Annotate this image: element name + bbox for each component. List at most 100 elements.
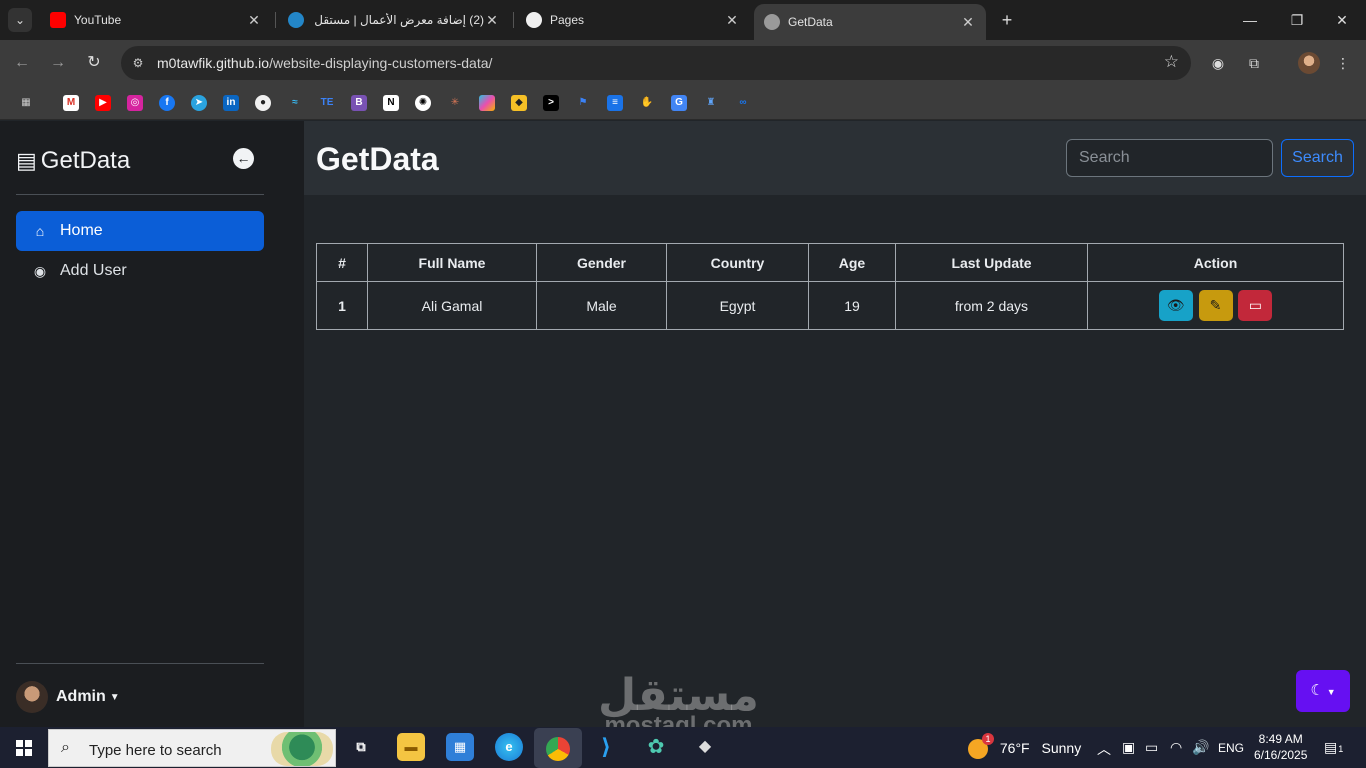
meet-now-icon[interactable]: ▣ — [1122, 739, 1135, 756]
sidebar-divider — [16, 663, 264, 664]
hand-icon[interactable]: ✋ — [639, 95, 655, 111]
close-window-button[interactable]: ✕ — [1330, 8, 1354, 32]
close-tab-icon[interactable]: ✕ — [724, 12, 740, 29]
reload-button[interactable]: ↻ — [82, 51, 106, 75]
forward-button[interactable]: → — [46, 51, 70, 75]
close-tab-icon[interactable]: ✕ — [484, 12, 500, 29]
sidebar-brand[interactable]: ▤ GetData — [16, 147, 130, 175]
profile-avatar[interactable] — [1298, 52, 1320, 74]
tab-youtube[interactable]: YouTube ✕ — [40, 6, 272, 34]
file-explorer-icon[interactable]: ▬ — [397, 733, 425, 761]
volume-icon[interactable]: 🔊 — [1192, 739, 1209, 756]
tab-mostaql[interactable]: (2) إضافة معرض الأعمال | مستقل ✕ — [278, 6, 510, 34]
restore-button[interactable]: ❐ — [1285, 8, 1309, 32]
keep-icon[interactable]: ◆ — [511, 95, 527, 111]
menu-kebab-icon[interactable]: ⋮ — [1332, 52, 1354, 74]
show-hidden-icons[interactable]: ︿ — [1097, 739, 1111, 759]
taskbar-search-box[interactable]: ⌕ Type here to search — [48, 729, 336, 767]
close-tab-icon[interactable]: ✕ — [246, 12, 262, 29]
column-header-country: Country — [666, 243, 809, 282]
table-header-row: # Full Name Gender Country Age Last Upda… — [316, 243, 1344, 282]
user-dropdown[interactable]: Admin ▼ — [16, 681, 120, 713]
task-view-icon[interactable]: ⧉ — [347, 733, 375, 761]
tab-getdata[interactable]: GetData ✕ — [754, 4, 986, 40]
url-path: /website-displaying-customers-data/ — [269, 55, 493, 71]
cell-id: 1 — [316, 281, 368, 330]
theme-toggle-button[interactable]: ☾ ▼ — [1296, 670, 1350, 712]
language-indicator[interactable]: ENG — [1218, 741, 1244, 755]
youtube-icon[interactable]: ▶ — [95, 95, 111, 111]
figure-icon[interactable]: ♜ — [703, 95, 719, 111]
chrome-icon[interactable] — [534, 728, 582, 768]
facebook-icon[interactable]: f — [159, 95, 175, 111]
tab-separator — [513, 12, 514, 28]
search-input[interactable] — [1066, 139, 1273, 177]
pencil-icon: ✎ — [1209, 297, 1222, 313]
copilot-icon[interactable] — [479, 95, 495, 111]
figma-like-icon[interactable]: ✿ — [642, 733, 670, 761]
flag-icon[interactable]: ⚑ — [575, 95, 591, 111]
column-header-age: Age — [808, 243, 896, 282]
edit-button[interactable]: ✎ — [1198, 290, 1233, 321]
taskbar-clock[interactable]: 8:49 AM 6/16/2025 — [1254, 731, 1307, 763]
weather-temp: 76°F — [999, 739, 1030, 756]
tailwind-icon[interactable]: ≈ — [287, 95, 303, 111]
clock-date: 6/16/2025 — [1254, 748, 1308, 762]
extensions-icon[interactable]: ⧉ — [1243, 52, 1265, 74]
meta-icon[interactable]: ∞ — [735, 95, 751, 111]
globe-icon — [764, 14, 780, 30]
forms-icon[interactable]: ≡ — [607, 95, 623, 111]
sidebar-item-add-user[interactable]: ◉ Add User — [16, 251, 264, 291]
search-button[interactable]: Search — [1281, 139, 1354, 177]
table-row: 1 Ali Gamal Male Egypt 19 from 2 days 👁 … — [316, 281, 1344, 330]
notion-icon[interactable]: N — [383, 95, 399, 111]
cell-last-update: from 2 days — [895, 281, 1088, 330]
avatar — [16, 681, 48, 713]
vscode-icon[interactable]: ⟩ — [592, 733, 620, 761]
collapse-sidebar-button[interactable]: ← — [233, 148, 254, 169]
github-icon[interactable]: ● — [255, 95, 271, 111]
brand-name: GetData — [40, 147, 131, 174]
new-tab-button[interactable]: + — [996, 9, 1018, 31]
tab-search-menu-button[interactable]: ⌄ — [8, 8, 32, 32]
weather-widget[interactable]: 1 76°F Sunny — [968, 733, 1081, 759]
bookmarks-bar: ▦ M ▶ ◎ f ➤ in ● ≈ TE B N ✺ ✳ ◆ > ⚑ ≡ ✋ … — [0, 86, 1366, 120]
delete-button[interactable]: ▭ — [1238, 290, 1273, 321]
battery-icon[interactable]: ▭ — [1145, 739, 1158, 756]
sidebar-item-home[interactable]: ⌂ Home — [16, 211, 264, 251]
eye-icon: 👁 — [1166, 297, 1185, 313]
notification-center-icon[interactable]: ▤1 — [1324, 739, 1343, 756]
tab-separator — [275, 12, 276, 28]
view-button[interactable]: 👁 — [1158, 290, 1193, 321]
wifi-icon[interactable]: ◠ — [1170, 739, 1182, 756]
user-circle-icon: ◉ — [33, 262, 47, 279]
cell-full-name: Ali Gamal — [367, 281, 537, 330]
instagram-icon[interactable]: ◎ — [127, 95, 143, 111]
app-icon[interactable]: ◆ — [691, 733, 719, 761]
translate-icon[interactable]: G — [671, 95, 687, 111]
cell-country: Egypt — [666, 281, 809, 330]
tab-pages[interactable]: Pages ✕ — [516, 6, 750, 34]
back-button[interactable]: ← — [10, 51, 34, 75]
incognito-icon[interactable]: ◉ — [1207, 52, 1229, 74]
chatgpt-icon[interactable]: ✺ — [415, 95, 431, 111]
apps-grid-icon[interactable]: ▦ — [18, 95, 34, 111]
search-icon: ⌕ — [61, 739, 70, 756]
telegram-icon[interactable]: ➤ — [191, 95, 207, 111]
minimize-button[interactable]: — — [1238, 8, 1262, 32]
notification-count: 1 — [1338, 744, 1344, 754]
tailwind-elements-icon[interactable]: TE — [319, 95, 335, 111]
linkedin-icon[interactable]: in — [223, 95, 239, 111]
weather-badge: 1 — [982, 733, 994, 745]
windows-start-icon[interactable] — [16, 740, 32, 756]
address-bar[interactable]: ⚙ m0tawfik.github.io/website-displaying-… — [121, 46, 1191, 80]
claude-icon[interactable]: ✳ — [447, 95, 463, 111]
close-tab-icon[interactable]: ✕ — [960, 14, 976, 31]
bootstrap-icon[interactable]: B — [351, 95, 367, 111]
terminal-icon[interactable]: > — [543, 95, 559, 111]
site-info-icon[interactable]: ⚙ — [129, 54, 147, 72]
gmail-icon[interactable]: M — [63, 95, 79, 111]
microsoft-store-icon[interactable]: ▦ — [446, 733, 474, 761]
edge-icon[interactable]: e — [495, 733, 523, 761]
bookmark-star-icon[interactable]: ☆ — [1164, 52, 1179, 72]
